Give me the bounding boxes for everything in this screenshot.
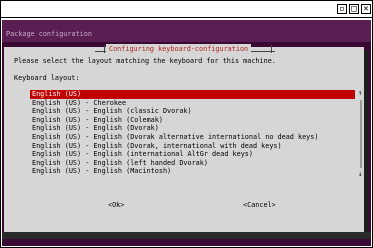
cancel-button[interactable]: <Cancel> (243, 201, 276, 209)
list-item[interactable]: English (US) - English (international Al… (30, 150, 355, 159)
terminal-bottom-strip (2, 239, 371, 246)
dialog-title: Configuring keyboard-configuration (106, 44, 252, 54)
list-item[interactable]: English (US) (30, 90, 355, 99)
list-item[interactable]: English (US) - English (Dvorak, internat… (30, 142, 355, 151)
maximize-icon[interactable]: □ (349, 4, 359, 14)
list-item[interactable]: English (US) - English (Colemak) (30, 116, 355, 125)
page-title: Package configuration (6, 30, 92, 38)
keyboard-layout-list[interactable]: English (US) English (US) - Cherokee Eng… (30, 90, 355, 176)
minimize-icon[interactable]: ▫ (337, 4, 347, 14)
dialog-prompt: Please select the layout matching the ke… (14, 57, 276, 65)
ok-button[interactable]: <Ok> (108, 201, 124, 209)
list-item[interactable]: English (US) - English (Dvorak alternati… (30, 133, 355, 142)
list-item[interactable]: English (US) - English (Dvorak) (30, 124, 355, 133)
keyboard-layout-label: Keyboard layout: (14, 74, 80, 82)
list-item[interactable]: English (US) - English (left handed Dvor… (30, 159, 355, 168)
window-titlebar: ▫ □ ✕ (1, 1, 372, 18)
scrollbar[interactable] (360, 100, 362, 168)
list-item[interactable]: English (US) - English (classic Dvorak) (30, 107, 355, 116)
dialog-title-cap-right (271, 45, 272, 53)
close-icon[interactable]: ✕ (361, 4, 371, 14)
scroll-up-arrow-icon[interactable]: ↑ (358, 89, 362, 97)
list-item[interactable]: English (US) - Cherokee (30, 99, 355, 108)
scroll-down-arrow-icon[interactable]: ↓ (358, 170, 362, 178)
list-item[interactable]: English (US) - English (Macintosh) (30, 167, 355, 176)
dialog-title-cap-left (104, 45, 105, 53)
